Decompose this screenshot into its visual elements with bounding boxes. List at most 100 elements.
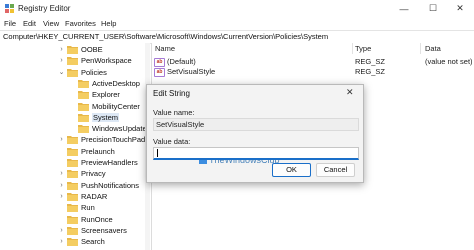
chevron-right-icon[interactable]: › xyxy=(58,192,65,201)
menu-view[interactable]: View xyxy=(43,19,59,28)
value-name: SetVisualStyle xyxy=(167,67,216,76)
window-title: Registry Editor xyxy=(18,4,71,13)
text-caret xyxy=(157,149,158,157)
folder-icon xyxy=(67,215,78,224)
tree-item-label: RunOnce xyxy=(81,214,113,224)
tree-item-label: RADAR xyxy=(81,191,108,201)
folder-icon xyxy=(67,57,78,66)
folder-icon xyxy=(67,226,78,235)
tree-item-label: Privacy xyxy=(81,169,106,179)
string-value-icon: ab xyxy=(154,67,165,77)
folder-icon xyxy=(67,204,78,213)
chevron-right-icon[interactable]: › xyxy=(58,56,65,65)
cancel-button[interactable]: Cancel xyxy=(316,163,355,177)
tree-item-mobilitycenter[interactable]: MobilityCenter xyxy=(78,101,140,112)
value-data: (value not set) xyxy=(425,57,473,66)
menu-favorites[interactable]: Favorites xyxy=(65,19,96,28)
edit-string-dialog: Edit String ✕ Value name: SetVisualStyle… xyxy=(146,84,364,183)
folder-icon xyxy=(78,79,89,88)
tree-item-search[interactable]: Search xyxy=(67,236,105,247)
folder-icon xyxy=(67,159,78,167)
menu-bar: File Edit View Favorites Help xyxy=(0,17,474,30)
chevron-right-icon[interactable]: › xyxy=(58,45,65,54)
menu-help[interactable]: Help xyxy=(101,19,116,28)
folder-icon xyxy=(67,192,78,201)
column-divider[interactable] xyxy=(352,43,353,54)
tree-item-label: Run xyxy=(81,203,95,213)
tree-item-screensavers[interactable]: Screensavers xyxy=(67,225,127,236)
tree-item-runonce[interactable]: RunOnce xyxy=(67,214,113,225)
tree-item-system[interactable]: System xyxy=(78,112,120,123)
value-type: REG_SZ xyxy=(355,57,386,66)
dialog-title: Edit String xyxy=(153,89,190,98)
tree-item-label: OOBE xyxy=(81,45,103,54)
tree-item-policies[interactable]: Policies xyxy=(67,67,107,78)
folder-icon xyxy=(78,125,89,134)
tree-item-label: PreviewHandlers xyxy=(81,158,138,167)
tree-item-pushnotifications[interactable]: PushNotifications xyxy=(67,180,139,191)
chevron-right-icon[interactable]: › xyxy=(58,181,65,190)
column-header-name[interactable]: Name xyxy=(155,44,175,53)
value-name-text: SetVisualStyle xyxy=(156,120,205,129)
tree-item-precisiontouchpad[interactable]: PrecisionTouchPad xyxy=(67,134,145,145)
value-data-label: Value data: xyxy=(153,137,191,146)
column-header-data[interactable]: Data xyxy=(425,44,441,53)
folder-icon xyxy=(78,113,89,122)
chevron-right-icon[interactable]: › xyxy=(58,169,65,178)
tree-item-label: System xyxy=(92,112,120,122)
chevron-right-icon[interactable]: › xyxy=(58,226,65,235)
tree-item-label: Screensavers xyxy=(81,225,127,235)
minimize-button[interactable]: — xyxy=(390,0,418,17)
address-bar[interactable]: Computer\HKEY_CURRENT_USER\Software\Micr… xyxy=(0,30,474,44)
chevron-down-icon[interactable]: ⌄ xyxy=(58,68,65,77)
menu-file[interactable]: File xyxy=(4,19,16,28)
tree-item-privacy[interactable]: Privacy xyxy=(67,168,106,179)
tree-item-activedesktop[interactable]: ActiveDesktop xyxy=(78,78,140,89)
tree-item-prelaunch[interactable]: Prelaunch xyxy=(67,146,115,157)
column-header-type[interactable]: Type xyxy=(355,44,371,53)
tree-item-label: Prelaunch xyxy=(81,146,115,156)
maximize-button[interactable]: ☐ xyxy=(419,0,447,17)
value-type: REG_SZ xyxy=(355,67,386,76)
value-name-field: SetVisualStyle TheWindowsClub xyxy=(153,118,359,165)
tree-item-windowsupdate[interactable]: WindowsUpdate xyxy=(78,123,145,134)
dialog-close-button[interactable]: ✕ xyxy=(346,87,354,98)
tree-item-penworkspace[interactable]: PenWorkspace xyxy=(67,55,132,66)
ok-button[interactable]: OK xyxy=(272,163,311,177)
tree-item-label: Explorer xyxy=(92,90,120,100)
folder-icon xyxy=(67,147,78,156)
tree-item-label: PrecisionTouchPad xyxy=(81,135,145,145)
chevron-right-icon[interactable]: › xyxy=(58,237,65,246)
title-bar: Registry Editor — ☐ ✕ xyxy=(0,0,474,17)
tree-item-label: PushNotifications xyxy=(81,180,139,190)
tree-item-oobe[interactable]: OOBE xyxy=(67,44,103,55)
value-name: (Default) xyxy=(167,57,196,66)
tree-item-radar[interactable]: RADAR xyxy=(67,191,107,202)
folder-icon xyxy=(78,91,89,100)
key-tree: › OOBE › PenWorkspace ⌄ Policies ActiveDesktop… xyxy=(0,43,145,250)
tree-item-explorer[interactable]: Explorer xyxy=(78,89,120,100)
tree-item-run[interactable]: Run xyxy=(67,202,95,213)
close-button[interactable]: ✕ xyxy=(446,0,474,17)
registry-editor-icon xyxy=(5,4,14,13)
folder-icon xyxy=(67,181,78,190)
tree-item-label: WindowsUpdate xyxy=(92,124,145,134)
tree-item-previewhandlers[interactable]: PreviewHandlers xyxy=(67,157,138,168)
address-path[interactable]: Computer\HKEY_CURRENT_USER\Software\Micr… xyxy=(3,32,328,41)
tree-item-label: Search xyxy=(81,237,105,247)
folder-icon xyxy=(67,46,78,54)
folder-icon xyxy=(67,136,78,145)
value-row[interactable]: ab SetVisualStyle REG_SZ xyxy=(154,67,472,77)
folder-icon xyxy=(78,102,89,111)
folder-icon xyxy=(67,238,78,247)
value-name-label: Value name: xyxy=(153,108,195,117)
tree-item-label: MobilityCenter xyxy=(92,101,140,111)
folder-icon xyxy=(67,170,78,179)
menu-edit[interactable]: Edit xyxy=(23,19,36,28)
column-divider[interactable] xyxy=(420,43,421,54)
value-data-input[interactable] xyxy=(153,147,359,160)
value-row[interactable]: ab (Default) REG_SZ (value not set) xyxy=(154,57,473,67)
tree-item-label: PenWorkspace xyxy=(81,56,132,66)
chevron-right-icon[interactable]: › xyxy=(58,135,65,144)
string-value-icon: ab xyxy=(154,57,165,67)
